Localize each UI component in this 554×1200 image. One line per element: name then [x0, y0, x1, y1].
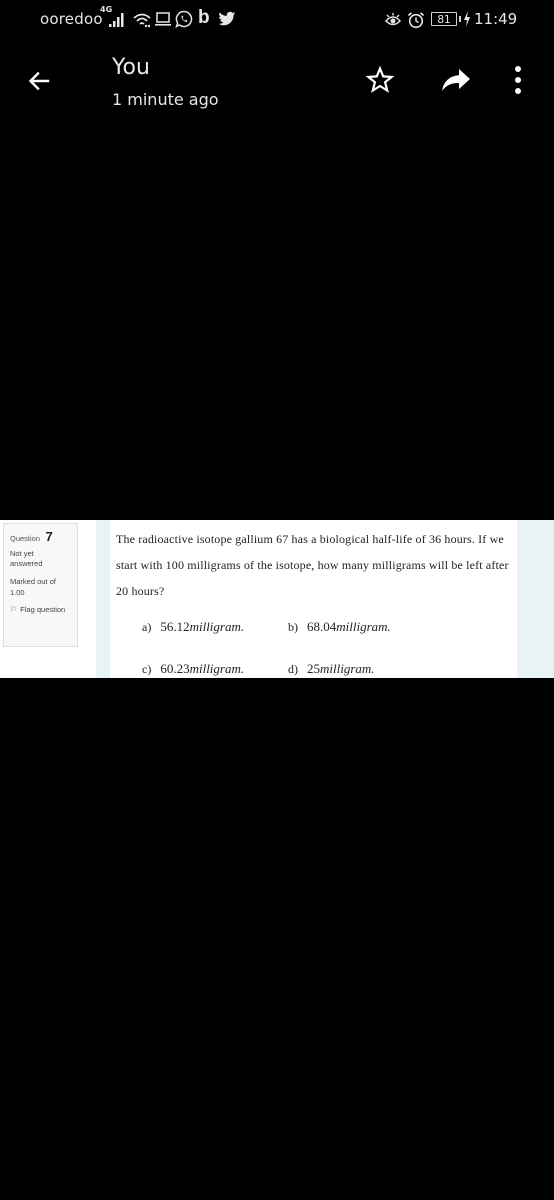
flag-icon: ⚐: [10, 605, 18, 614]
option-unit: milligram.: [320, 661, 375, 676]
marks-label: Marked out of: [10, 577, 56, 586]
attached-image[interactable]: Question 7 Not yet answered Marked out o…: [0, 520, 554, 678]
option-d[interactable]: d) 25milligram.: [288, 660, 375, 678]
wifi-icon: [133, 13, 151, 28]
flag-question-label: Flag question: [20, 605, 66, 614]
option-letter: d): [288, 662, 298, 676]
more-options-icon[interactable]: [511, 64, 525, 96]
status-bar: ooredoo 4G b 81 11:49: [0, 0, 554, 40]
b-app-icon: b: [198, 7, 210, 28]
battery-icon: 81: [431, 12, 457, 26]
alarm-icon: [407, 12, 425, 29]
charging-icon: [464, 11, 470, 27]
signal-icon: [109, 13, 124, 27]
question-label: Question: [10, 534, 41, 543]
option-value: 68.04: [307, 619, 337, 634]
flag-question-link[interactable]: ⚐ Flag question: [10, 605, 71, 614]
option-c[interactable]: c) 60.23milligram.: [142, 660, 244, 678]
marks-info: Marked out of 1.00: [10, 576, 71, 598]
option-letter: a): [142, 620, 152, 634]
option-b[interactable]: b) 68.04milligram.: [288, 618, 391, 636]
sender-name: You: [112, 55, 150, 80]
back-arrow-icon[interactable]: [26, 68, 52, 94]
marks-value: 1.00: [10, 588, 25, 597]
option-letter: c): [142, 662, 152, 676]
battery-tip: [459, 16, 461, 22]
option-a[interactable]: a) 56.12milligram.: [142, 618, 244, 636]
carrier-name: ooredoo: [40, 10, 103, 28]
laptop-icon: [155, 12, 171, 26]
option-letter: b): [288, 620, 298, 634]
app-bar: You 1 minute ago: [0, 40, 554, 120]
option-unit: milligram.: [189, 661, 245, 676]
clock: 11:49: [474, 10, 518, 28]
question-info-box: Question 7 Not yet answered Marked out o…: [3, 523, 78, 647]
option-value: 25: [307, 661, 320, 676]
whatsapp-icon: [175, 10, 193, 28]
option-unit: milligram.: [189, 619, 245, 634]
question-number: 7: [45, 529, 53, 544]
option-value: 60.23: [160, 661, 190, 676]
forward-icon[interactable]: [441, 67, 471, 93]
battery-level: 81: [437, 14, 451, 26]
answer-status: Not yet answered: [10, 549, 71, 569]
option-unit: milligram.: [336, 619, 391, 634]
answer-status-line2: answered: [10, 559, 43, 568]
option-value: 56.12: [160, 619, 190, 634]
twitter-icon: [218, 11, 236, 26]
star-icon[interactable]: [366, 66, 394, 94]
eye-icon: [384, 13, 402, 26]
question-text: The radioactive isotope gallium 67 has a…: [116, 532, 509, 598]
timestamp: 1 minute ago: [112, 90, 219, 109]
answer-status-line1: Not yet: [10, 549, 34, 558]
